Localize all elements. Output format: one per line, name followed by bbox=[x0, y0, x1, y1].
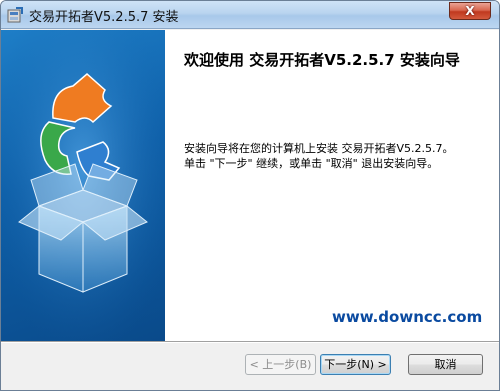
next-button[interactable]: 下一步(N) > bbox=[320, 354, 391, 375]
welcome-panel: 欢迎使用 交易开拓者V5.2.5.7 安装向导 安装向导将在您的计算机上安装 交… bbox=[165, 30, 499, 341]
installer-window: 交易开拓者V5.2.5.7 安装 X 欢迎使用 交易开拓者V5.2.5.7 安装… bbox=[0, 0, 500, 391]
welcome-title: 欢迎使用 交易开拓者V5.2.5.7 安装向导 bbox=[184, 51, 460, 69]
open-box-graphic bbox=[1, 30, 165, 341]
welcome-line-2: 单击 "下一步" 继续，或单击 "取消" 退出安装向导。 bbox=[184, 157, 439, 170]
title-bar[interactable]: 交易开拓者V5.2.5.7 安装 X bbox=[1, 1, 499, 29]
welcome-description: 安装向导将在您的计算机上安装 交易开拓者V5.2.5.7。 单击 "下一步" 继… bbox=[184, 141, 494, 171]
installer-icon bbox=[7, 7, 23, 23]
setup-banner bbox=[1, 30, 165, 341]
cancel-button[interactable]: 取消 bbox=[408, 354, 483, 375]
back-button[interactable]: < 上一步(B) bbox=[245, 354, 316, 375]
window-title: 交易开拓者V5.2.5.7 安装 bbox=[29, 10, 179, 25]
welcome-line-1: 安装向导将在您的计算机上安装 交易开拓者V5.2.5.7。 bbox=[184, 142, 454, 155]
divider bbox=[1, 341, 499, 343]
site-watermark: www.downcc.com bbox=[332, 308, 483, 326]
close-button[interactable]: X bbox=[449, 2, 491, 20]
